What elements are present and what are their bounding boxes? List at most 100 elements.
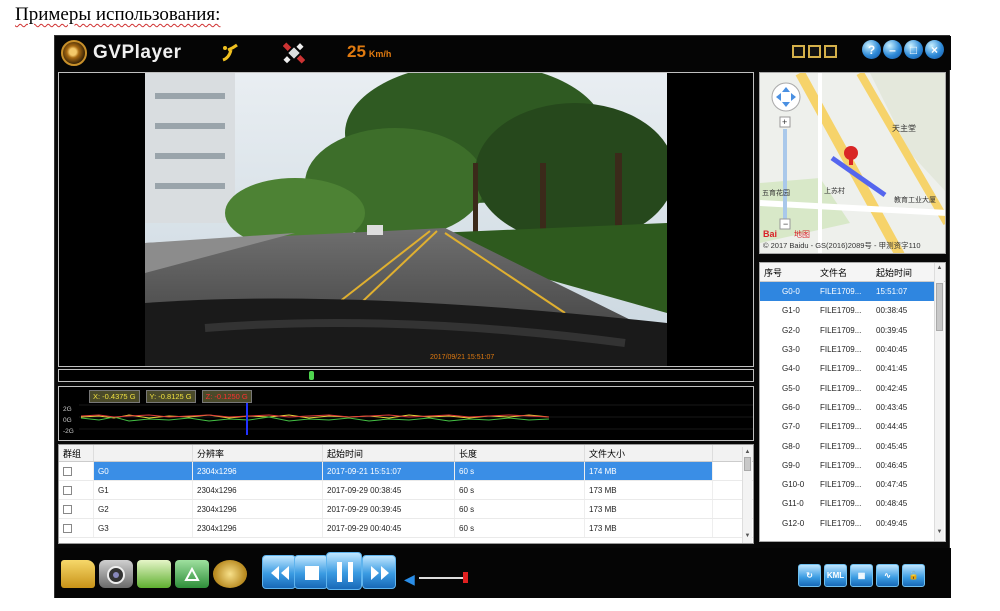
dashcam-video-frame: 2017/09/21 15:51:07	[145, 73, 667, 366]
list-item[interactable]: G4-0 FILE1709... 00:41:45	[760, 359, 945, 378]
gsensor-ticks: 2G 0G -2G	[63, 404, 74, 437]
list-item[interactable]: G1-0 FILE1709... 00:38:45	[760, 301, 945, 320]
scroll-down-icon[interactable]: ▼	[935, 527, 944, 537]
header-resolution[interactable]: 分辨率	[193, 445, 323, 461]
rewind-button[interactable]	[262, 555, 296, 589]
segment-id: G12-0	[782, 518, 805, 528]
stop-button[interactable]	[294, 555, 328, 589]
segment-id: G5-0	[782, 383, 800, 393]
header-blank[interactable]	[94, 445, 193, 461]
map-label-poi2: 五育花园	[762, 188, 790, 197]
repeat-icon[interactable]: ↻	[798, 564, 821, 587]
title-bar: GVPlayer 25 Km/h ? – □ ×	[55, 36, 951, 70]
pause-icon	[337, 562, 353, 582]
map-label-poi3: 上苏村	[824, 186, 845, 195]
help-icon[interactable]: ?	[862, 40, 881, 59]
volume-slider-thumb[interactable]	[462, 572, 468, 583]
header-length[interactable]: 长度	[455, 445, 585, 461]
cell-size: 173 MB	[585, 481, 713, 499]
map-icon[interactable]: ▦	[850, 564, 873, 587]
scroll-up-icon[interactable]: ▲	[743, 447, 752, 457]
seek-thumb[interactable]	[309, 371, 314, 380]
segment-id: G1-0	[782, 306, 800, 316]
list-item[interactable]: G6-0 FILE1709... 00:43:45	[760, 398, 945, 417]
table-row[interactable]: G3 2304x1296 2017-09-29 00:40:45 60 s 17…	[59, 519, 753, 538]
export-map-icon[interactable]	[137, 560, 171, 588]
table-row[interactable]: G1 2304x1296 2017-09-29 00:38:45 60 s 17…	[59, 481, 753, 500]
table-row[interactable]: G0 2304x1296 2017-09-21 15:51:07 60 s 17…	[59, 462, 753, 481]
layout-split-button[interactable]	[808, 45, 821, 58]
layout-full-button[interactable]	[824, 45, 837, 58]
close-icon[interactable]: ×	[925, 40, 944, 59]
kml-export-button[interactable]: KML	[824, 564, 847, 587]
row-checkbox[interactable]	[63, 504, 72, 514]
volume-icon[interactable]: ◀	[404, 571, 415, 588]
segment-id: G11-0	[782, 499, 804, 509]
segment-id: G3-0	[782, 345, 800, 355]
maximize-icon[interactable]: □	[904, 40, 923, 59]
segment-time: 00:41:45	[876, 364, 908, 374]
pause-button[interactable]	[326, 552, 362, 590]
seek-bar[interactable]	[58, 369, 754, 382]
header-group[interactable]: 群组	[59, 445, 94, 461]
lock-icon[interactable]: 🔓	[902, 564, 925, 587]
scroll-up-icon[interactable]: ▲	[935, 263, 944, 273]
segment-file: FILE1709...	[820, 441, 862, 451]
fast-forward-button[interactable]	[362, 555, 396, 589]
segment-file: FILE1709...	[820, 402, 862, 412]
list-item[interactable]: G5-0 FILE1709... 00:42:45	[760, 378, 945, 397]
bottom-toolbar: ◀ ↻ KML ▦ ∿ 🔓	[55, 548, 951, 598]
cell-length: 60 s	[455, 462, 585, 480]
map-panel[interactable]: + − 天主堂 五育花园 上苏村 教育工业大厦 Bai 地图 © 2017 Ba…	[759, 72, 946, 254]
segment-list-header: 序号 文件名 起始时间	[760, 263, 945, 282]
settings-dial-icon[interactable]	[213, 560, 247, 588]
list-item[interactable]: G8-0 FILE1709... 00:45:45	[760, 436, 945, 455]
open-folder-icon[interactable]	[61, 560, 95, 588]
segment-file: FILE1709...	[816, 282, 872, 302]
layout-single-button[interactable]	[792, 45, 805, 58]
file-table-scrollbar[interactable]: ▲ ▼	[742, 447, 752, 543]
video-viewport[interactable]: 2017/09/21 15:51:07	[58, 72, 754, 367]
list-item[interactable]: G9-0 FILE1709... 00:46:45	[760, 456, 945, 475]
segment-id: G2-0	[782, 325, 800, 335]
sensor-icon[interactable]: ∿	[876, 564, 899, 587]
segment-time: 00:48:45	[876, 499, 908, 509]
scroll-thumb[interactable]	[744, 457, 751, 471]
list-item[interactable]: G11-0 FILE1709... 00:48:45	[760, 494, 945, 513]
header-start-time[interactable]: 起始时间	[872, 263, 934, 281]
map-logo-suffix: 地图	[794, 229, 810, 239]
list-item[interactable]: G2-0 FILE1709... 00:39:45	[760, 321, 945, 340]
gsensor-z-label: Z: -0.1250 G	[201, 390, 252, 403]
header-filename[interactable]: 文件名	[816, 263, 872, 281]
cell-resolution: 2304x1296	[193, 462, 323, 480]
minimize-icon[interactable]: –	[883, 40, 902, 59]
recycle-icon[interactable]	[175, 560, 209, 588]
scroll-thumb[interactable]	[936, 283, 943, 331]
cell-resolution: 2304x1296	[193, 519, 323, 537]
stop-icon	[305, 566, 319, 580]
cell-start-time: 2017-09-29 00:40:45	[323, 519, 455, 537]
file-table-header: 群组 分辨率 起始时间 长度 文件大小	[59, 445, 753, 462]
list-item[interactable]: G12-0 FILE1709... 00:49:45	[760, 514, 945, 533]
segment-file: FILE1709...	[820, 345, 862, 355]
list-item[interactable]: G3-0 FILE1709... 00:40:45	[760, 340, 945, 359]
header-start-time[interactable]: 起始时间	[323, 445, 455, 461]
segment-time: 00:46:45	[876, 460, 908, 470]
table-row[interactable]: G2 2304x1296 2017-09-29 00:39:45 60 s 17…	[59, 500, 753, 519]
row-checkbox[interactable]	[63, 523, 72, 533]
list-item[interactable]: G10-0 FILE1709... 00:47:45	[760, 475, 945, 494]
list-item[interactable]: G0-0 FILE1709... 15:51:07	[760, 282, 945, 302]
cell-size: 173 MB	[585, 500, 713, 518]
scroll-down-icon[interactable]: ▼	[743, 531, 752, 541]
volume-slider[interactable]	[419, 577, 467, 579]
layout-buttons	[792, 45, 837, 58]
cell-resolution: 2304x1296	[193, 481, 323, 499]
header-file-size[interactable]: 文件大小	[585, 445, 713, 461]
header-index[interactable]: 序号	[760, 263, 816, 281]
row-checkbox[interactable]	[63, 466, 72, 476]
row-checkbox[interactable]	[63, 485, 72, 495]
segment-list-scrollbar[interactable]: ▲ ▼	[934, 263, 944, 541]
snapshot-camera-icon[interactable]	[99, 560, 133, 588]
list-item[interactable]: G7-0 FILE1709... 00:44:45	[760, 417, 945, 436]
svg-text:−: −	[783, 219, 788, 229]
